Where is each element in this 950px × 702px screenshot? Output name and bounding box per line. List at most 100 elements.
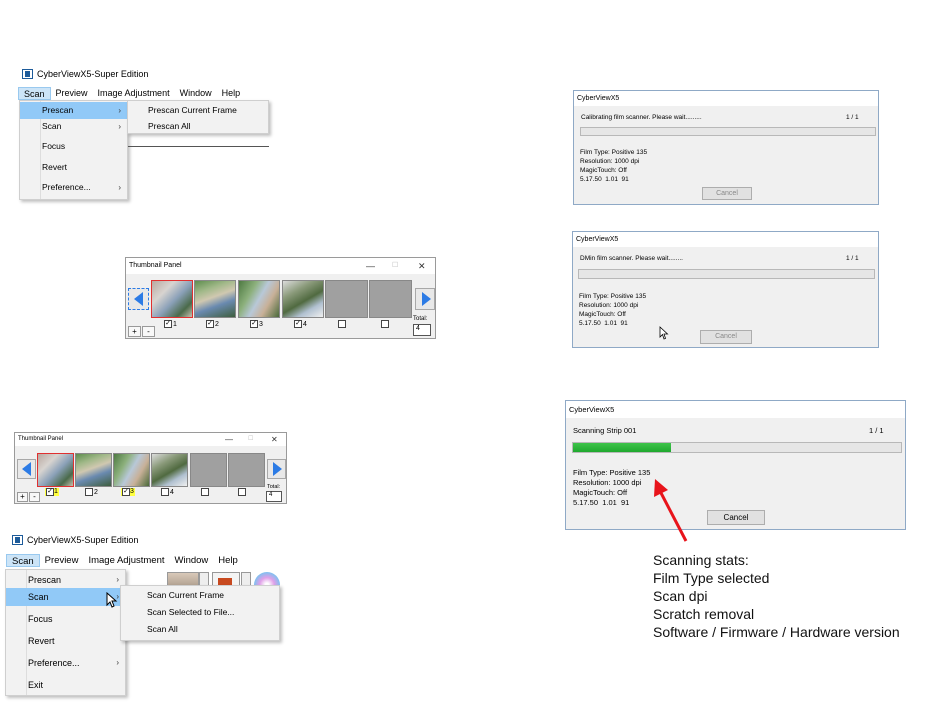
thumbnail-frame-2[interactable] bbox=[194, 280, 236, 318]
arrow-left-icon bbox=[134, 292, 143, 306]
menu-item-focus[interactable]: Focus bbox=[6, 610, 125, 628]
next-frame-button[interactable] bbox=[415, 288, 435, 310]
frame-checkbox-5[interactable] bbox=[338, 320, 346, 328]
thumbnail-frame-5[interactable] bbox=[325, 280, 368, 318]
cancel-button[interactable]: Cancel bbox=[700, 330, 752, 344]
minimize-icon[interactable]: — bbox=[225, 433, 233, 446]
checkbox-checked-icon: ✓ bbox=[46, 488, 54, 496]
film-icon bbox=[12, 535, 23, 545]
thumbnail-panel-2: Thumbnail Panel — ☐ ✕ ✓1 2 ✓3 4 + - Tota… bbox=[14, 432, 287, 504]
mouse-cursor-icon bbox=[659, 326, 669, 340]
scanning-dialog: CyberViewX5 Scanning Strip 001 1 / 1 Fil… bbox=[565, 400, 906, 530]
prev-frame-button[interactable] bbox=[17, 459, 36, 479]
menu-window[interactable]: Window bbox=[170, 554, 214, 567]
menu-image-adjustment[interactable]: Image Adjustment bbox=[93, 87, 175, 100]
menu-help[interactable]: Help bbox=[217, 87, 246, 100]
total-label: Total: bbox=[413, 316, 428, 322]
menu-item-preference[interactable]: Preference... › bbox=[20, 179, 127, 196]
menu-preview[interactable]: Preview bbox=[51, 87, 93, 100]
menu-item-revert[interactable]: Revert bbox=[6, 632, 125, 650]
menu-item-focus[interactable]: Focus bbox=[20, 138, 127, 155]
total-label: Total: bbox=[267, 484, 281, 490]
chevron-right-icon: › bbox=[116, 658, 119, 667]
menu-item-scan-all[interactable]: Scan All bbox=[121, 621, 279, 638]
frame-checkbox-4[interactable]: ✓ 4 bbox=[294, 320, 307, 328]
menu-scan[interactable]: Scan bbox=[18, 87, 51, 100]
annotation-line: Film Type selected bbox=[653, 570, 770, 586]
dialog-message: DMin film scanner. Please wait........ bbox=[580, 255, 683, 262]
menu-item-scan-current-frame[interactable]: Scan Current Frame bbox=[121, 587, 279, 604]
menu-window[interactable]: Window bbox=[175, 87, 217, 100]
menu-item-scan[interactable]: Scan › bbox=[20, 118, 127, 135]
menu-item-prescan-all[interactable]: Prescan All bbox=[128, 118, 268, 135]
close-icon[interactable]: ✕ bbox=[271, 433, 278, 446]
thumbnail-frame-3[interactable] bbox=[113, 453, 150, 487]
scanning-stats-annotation: Scanning stats: Film Type selected Scan … bbox=[653, 551, 900, 641]
thumbnail-frame-6[interactable] bbox=[228, 453, 265, 487]
add-frame-button[interactable]: + bbox=[128, 326, 141, 337]
close-icon[interactable]: ✕ bbox=[418, 258, 426, 274]
add-frame-button[interactable]: + bbox=[17, 492, 28, 502]
checkbox-checked-icon: ✓ bbox=[250, 320, 258, 328]
remove-frame-button[interactable]: - bbox=[142, 326, 155, 337]
arrow-right-icon bbox=[422, 292, 431, 306]
dialog-title: CyberViewX5 bbox=[574, 91, 878, 106]
cancel-button[interactable]: Cancel bbox=[707, 510, 765, 525]
thumbnail-frame-5[interactable] bbox=[190, 453, 227, 487]
dialog-message: Scanning Strip 001 bbox=[573, 426, 637, 435]
frame-checkbox-2[interactable]: 2 bbox=[85, 488, 98, 496]
next-frame-button[interactable] bbox=[267, 459, 286, 479]
menu-item-preference[interactable]: Preference... › bbox=[6, 654, 125, 672]
maximize-icon[interactable]: ☐ bbox=[248, 433, 253, 446]
thumbnail-frame-4[interactable] bbox=[151, 453, 188, 487]
frame-checkbox-1[interactable]: ✓1 bbox=[164, 320, 177, 328]
menu-help[interactable]: Help bbox=[213, 554, 243, 567]
prev-frame-button[interactable] bbox=[128, 288, 149, 310]
frame-checkbox-6[interactable] bbox=[381, 320, 389, 328]
app-title: CyberViewX5-Super Edition bbox=[37, 69, 149, 79]
annotation-heading: Scanning stats: bbox=[653, 552, 749, 568]
frame-checkbox-4[interactable]: 4 bbox=[161, 488, 174, 496]
chevron-right-icon: › bbox=[118, 106, 121, 115]
menu-item-prescan[interactable]: Prescan › bbox=[6, 571, 125, 589]
checkbox-checked-icon: ✓ bbox=[122, 488, 130, 496]
arrow-shaft bbox=[658, 490, 688, 542]
frame-checkbox-3[interactable]: ✓3 bbox=[250, 320, 263, 328]
menu-item-prescan[interactable]: Prescan › bbox=[20, 102, 127, 119]
menu-item-prescan-current-frame[interactable]: Prescan Current Frame bbox=[128, 102, 268, 119]
menu-item-revert[interactable]: Revert bbox=[20, 159, 127, 176]
thumbnail-frame-3[interactable] bbox=[238, 280, 280, 318]
frame-checkbox-1[interactable]: ✓1 bbox=[45, 488, 59, 496]
cancel-button[interactable]: Cancel bbox=[702, 187, 752, 200]
menubar-1: Scan Preview Image Adjustment Window Hel… bbox=[18, 87, 245, 100]
red-arrow-icon bbox=[654, 479, 688, 542]
thumbnail-frame-1[interactable] bbox=[151, 280, 193, 318]
chevron-right-icon: › bbox=[118, 122, 121, 131]
prescan-submenu: Prescan Current Frame Prescan All bbox=[127, 100, 269, 134]
menu-preview[interactable]: Preview bbox=[40, 554, 84, 567]
annotation-line: Software / Firmware / Hardware version bbox=[653, 624, 900, 640]
menu-scan[interactable]: Scan bbox=[6, 554, 40, 567]
menu-item-scan-selected-to-file[interactable]: Scan Selected to File... bbox=[121, 604, 279, 621]
thumbnail-frame-4[interactable] bbox=[282, 280, 324, 318]
thumbnail-frame-1[interactable] bbox=[37, 453, 74, 487]
menu-item-exit[interactable]: Exit bbox=[6, 676, 125, 694]
frame-checkbox-6[interactable] bbox=[238, 488, 246, 496]
menu-image-adjustment[interactable]: Image Adjustment bbox=[83, 554, 169, 567]
thumbnail-panel-1: Thumbnail Panel — ☐ ✕ ✓ 1 ✓ 2 ✓ 3 ✓ 4 + - To… bbox=[125, 257, 436, 339]
dmin-dialog: CyberViewX5 DMin film scanner. Please wa… bbox=[572, 231, 879, 348]
dialog-title: CyberViewX5 bbox=[566, 401, 905, 418]
remove-frame-button[interactable]: - bbox=[29, 492, 40, 502]
thumbnail-frame-6[interactable] bbox=[369, 280, 412, 318]
frame-checkbox-5[interactable] bbox=[201, 488, 209, 496]
total-value: 4 bbox=[413, 324, 431, 336]
frame-checkbox-3[interactable]: ✓3 bbox=[121, 488, 135, 496]
minimize-icon[interactable]: — bbox=[366, 258, 375, 274]
scan-info: Film Type: Positive 135 Resolution: 1000… bbox=[580, 149, 648, 183]
thumbnail-frame-2[interactable] bbox=[75, 453, 112, 487]
app-title-bar-2: CyberViewX5-Super Edition bbox=[12, 535, 138, 545]
scan-submenu: Scan Current Frame Scan Selected to File… bbox=[120, 585, 280, 641]
maximize-icon[interactable]: ☐ bbox=[392, 258, 398, 274]
progress-bar bbox=[578, 269, 875, 279]
frame-checkbox-2[interactable]: ✓ 2 bbox=[206, 320, 219, 328]
